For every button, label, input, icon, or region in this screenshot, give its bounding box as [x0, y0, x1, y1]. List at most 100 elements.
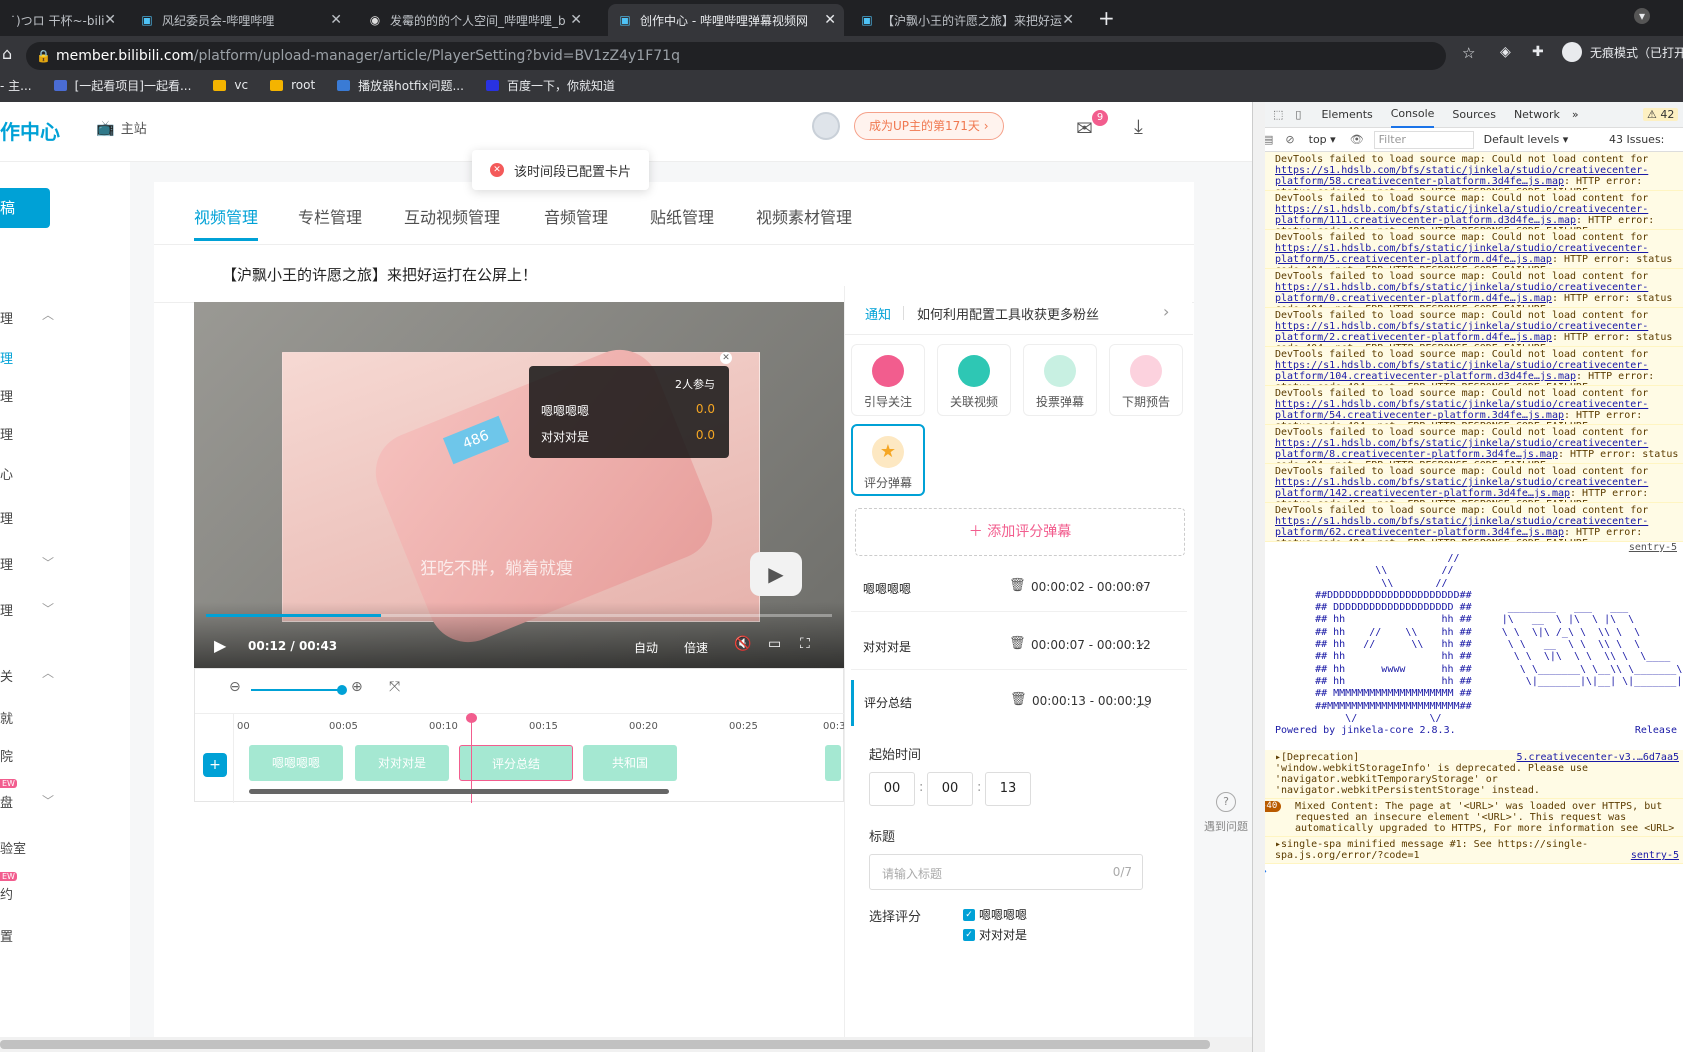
close-tab-icon[interactable]: ✕ — [330, 12, 342, 28]
bookmark-item[interactable]: 播放器hotfix问题... — [337, 77, 464, 94]
more-tabs-icon[interactable]: » — [1572, 108, 1579, 121]
issues-count[interactable]: 43 Issues: — [1609, 133, 1664, 146]
timeline-scrollbar[interactable] — [249, 789, 669, 794]
chevron-down-icon[interactable]: ⌄ — [1135, 634, 1147, 650]
sidebar-item[interactable]: 理 — [0, 554, 13, 573]
sidebar-item[interactable]: 理 — [0, 508, 13, 527]
chevron-down-icon[interactable]: ⌄ — [1135, 576, 1147, 592]
progress-bar[interactable] — [206, 614, 832, 617]
download-icon[interactable]: ⤓ — [1134, 114, 1143, 138]
rating-item[interactable]: 对对对是 🗑 00:00:07 - 00:00:12 ⌄ — [851, 624, 1187, 670]
sidebar-item-active[interactable]: 理 — [0, 348, 13, 367]
sidebar-item[interactable]: 理 — [0, 308, 13, 327]
bookmark-folder[interactable]: vc — [213, 78, 248, 92]
timeline-segment[interactable]: 嗯嗯嗯嗯 — [249, 745, 343, 781]
quality-button[interactable]: 自动 — [634, 639, 658, 656]
trash-icon[interactable]: 🗑 — [1009, 578, 1026, 593]
source-link[interactable]: sentry-5 — [1253, 542, 1683, 553]
sidebar-item[interactable]: 验室 — [0, 838, 26, 857]
chevron-right-icon[interactable]: › — [1163, 302, 1169, 321]
tab-material-management[interactable]: 视频素材管理 — [756, 204, 852, 228]
horizontal-scrollbar[interactable] — [0, 1037, 1252, 1052]
tab-sticker-management[interactable]: 贴纸管理 — [650, 204, 714, 228]
clear-console-icon[interactable]: ⊘ — [1285, 133, 1294, 146]
bookmark-item[interactable]: - 主... — [0, 77, 32, 94]
chevron-down-icon[interactable]: ﹀ — [42, 600, 54, 617]
tool-next-preview[interactable]: 下期预告 — [1109, 344, 1183, 416]
playhead-handle[interactable] — [466, 713, 477, 723]
timeline-segment[interactable]: 共和国 — [583, 745, 677, 781]
new-tab-icon[interactable]: + — [1098, 6, 1115, 30]
browser-tab-active[interactable]: ▣ 创作中心 - 哔哩哔哩弹幕视频网 ✕ — [608, 4, 844, 36]
trash-icon[interactable]: 🗑 — [1009, 636, 1026, 651]
up-days-badge[interactable]: 成为UP主的第171天 › — [854, 112, 1004, 140]
tool-related-video[interactable]: 关联视频 — [937, 344, 1011, 416]
log-levels-select[interactable]: Default levels ▾ — [1484, 133, 1569, 146]
mute-icon[interactable]: 🔇 — [734, 636, 751, 652]
video-player[interactable]: 486 2人参与 嗯嗯嗯嗯 0.0 对对对是 0.0 ✕ 狂吃不胖，躺着就瘦 ▶… — [194, 302, 844, 668]
upload-button[interactable]: 稿 — [0, 188, 50, 228]
console-prompt[interactable]: › — [1253, 864, 1683, 878]
chevron-down-icon[interactable]: ﹀ — [42, 554, 54, 571]
browser-tab[interactable]: ▣ 风纪委员会-哔哩哔哩 ✕ — [130, 4, 350, 36]
sidebar-item[interactable]: 理 — [0, 424, 13, 443]
tab-network[interactable]: Network — [1514, 108, 1560, 121]
address-bar[interactable]: 🔒 member.bilibili.com/platform/upload-ma… — [26, 42, 1446, 70]
pip-icon[interactable]: ▭ — [768, 636, 781, 652]
sidebar-item[interactable]: 理 — [0, 386, 13, 405]
creator-center-logo[interactable]: 作中心 — [0, 116, 60, 145]
timeline-segment-selected[interactable]: 评分总结 — [459, 745, 573, 781]
extension-icon[interactable]: ◈ — [1500, 44, 1511, 60]
tool-guide-follow[interactable]: 引导关注 — [851, 344, 925, 416]
rating-checkbox[interactable]: ✓ 对对对是 — [963, 926, 1027, 943]
start-second-input[interactable]: 13 — [985, 772, 1031, 806]
checkbox-checked-icon[interactable]: ✓ — [963, 908, 975, 921]
trash-icon[interactable]: 🗑 — [1010, 692, 1027, 707]
home-icon[interactable]: ⌂ — [2, 44, 12, 63]
timeline-segment[interactable] — [825, 745, 841, 781]
add-rating-button[interactable]: ＋ 添加评分弹幕 — [855, 508, 1185, 556]
chevron-up-icon[interactable]: ︿ — [42, 664, 54, 681]
chevron-up-icon[interactable]: ︿ — [42, 306, 54, 323]
timeline-segment[interactable]: 对对对是 — [355, 745, 449, 781]
tool-rating-danmaku[interactable]: ★ 评分弹幕 — [851, 424, 925, 496]
browser-tab[interactable]: ▣ 【沪飘小王的许愿之旅】来把好运 ✕ — [850, 4, 1082, 36]
rating-item-expanded[interactable]: 评分总结 🗑 00:00:13 - 00:00:19 ︿ — [851, 680, 1187, 726]
sidebar-item[interactable]: 院 — [0, 746, 13, 765]
rating-item[interactable]: 嗯嗯嗯嗯 🗑 00:00:02 - 00:00:07 ⌄ — [851, 566, 1187, 612]
zoom-slider-handle[interactable] — [337, 685, 347, 695]
tab-console[interactable]: Console — [1390, 102, 1435, 128]
start-minute-input[interactable]: 00 — [927, 772, 973, 806]
tab-interactive-video[interactable]: 互动视频管理 — [404, 204, 500, 228]
sidebar-item[interactable]: 关 — [0, 666, 13, 685]
avatar[interactable] — [812, 112, 840, 140]
sidebar-item[interactable]: 置 — [0, 926, 13, 945]
sidebar-item[interactable]: 就 — [0, 708, 13, 727]
puzzle-icon[interactable]: ✚ — [1532, 44, 1544, 60]
inspect-icon[interactable]: ⬚ — [1273, 108, 1283, 121]
bookmark-folder[interactable]: root — [270, 78, 315, 92]
browser-tab[interactable]: ˙)つロ 干杯~-bili ✕ — [0, 4, 124, 36]
tool-vote-danmaku[interactable]: 投票弹幕 — [1023, 344, 1097, 416]
browser-tab[interactable]: ◉ 发霉的的的个人空间_哔哩哔哩_b ✕ — [358, 4, 590, 36]
mail-icon[interactable]: ✉ — [1076, 116, 1093, 140]
sidebar-item[interactable]: 理 — [0, 600, 13, 619]
zoom-out-icon[interactable]: ⊖ — [229, 679, 241, 695]
close-tab-icon[interactable]: ✕ — [570, 12, 582, 28]
vote-card[interactable]: 2人参与 嗯嗯嗯嗯 0.0 对对对是 0.0 — [529, 366, 729, 458]
close-tab-icon[interactable]: ✕ — [824, 12, 836, 28]
home-link[interactable]: 📺 主站 — [96, 118, 147, 138]
add-track-icon[interactable]: + — [203, 753, 227, 777]
rating-checkbox[interactable]: ✓ 嗯嗯嗯嗯 — [963, 906, 1027, 923]
notice-text[interactable]: 如何利用配置工具收获更多粉丝 — [917, 304, 1099, 323]
tab-sources[interactable]: Sources — [1452, 108, 1496, 121]
sidebar-item[interactable]: 心 — [0, 464, 13, 483]
chevron-down-icon[interactable]: ﹀ — [42, 792, 54, 809]
chevron-up-icon[interactable]: ︿ — [1136, 692, 1149, 711]
warning-count-badge[interactable]: ⚠ 42 — [1643, 108, 1679, 121]
help-button[interactable]: ? 遇到问题 — [1204, 792, 1248, 834]
tab-video-management[interactable]: 视频管理 — [194, 204, 258, 228]
bookmark-star-icon[interactable]: ☆ — [1462, 44, 1475, 62]
tab-audio-management[interactable]: 音频管理 — [544, 204, 608, 228]
devtools-scrollbar[interactable] — [1253, 102, 1265, 1052]
